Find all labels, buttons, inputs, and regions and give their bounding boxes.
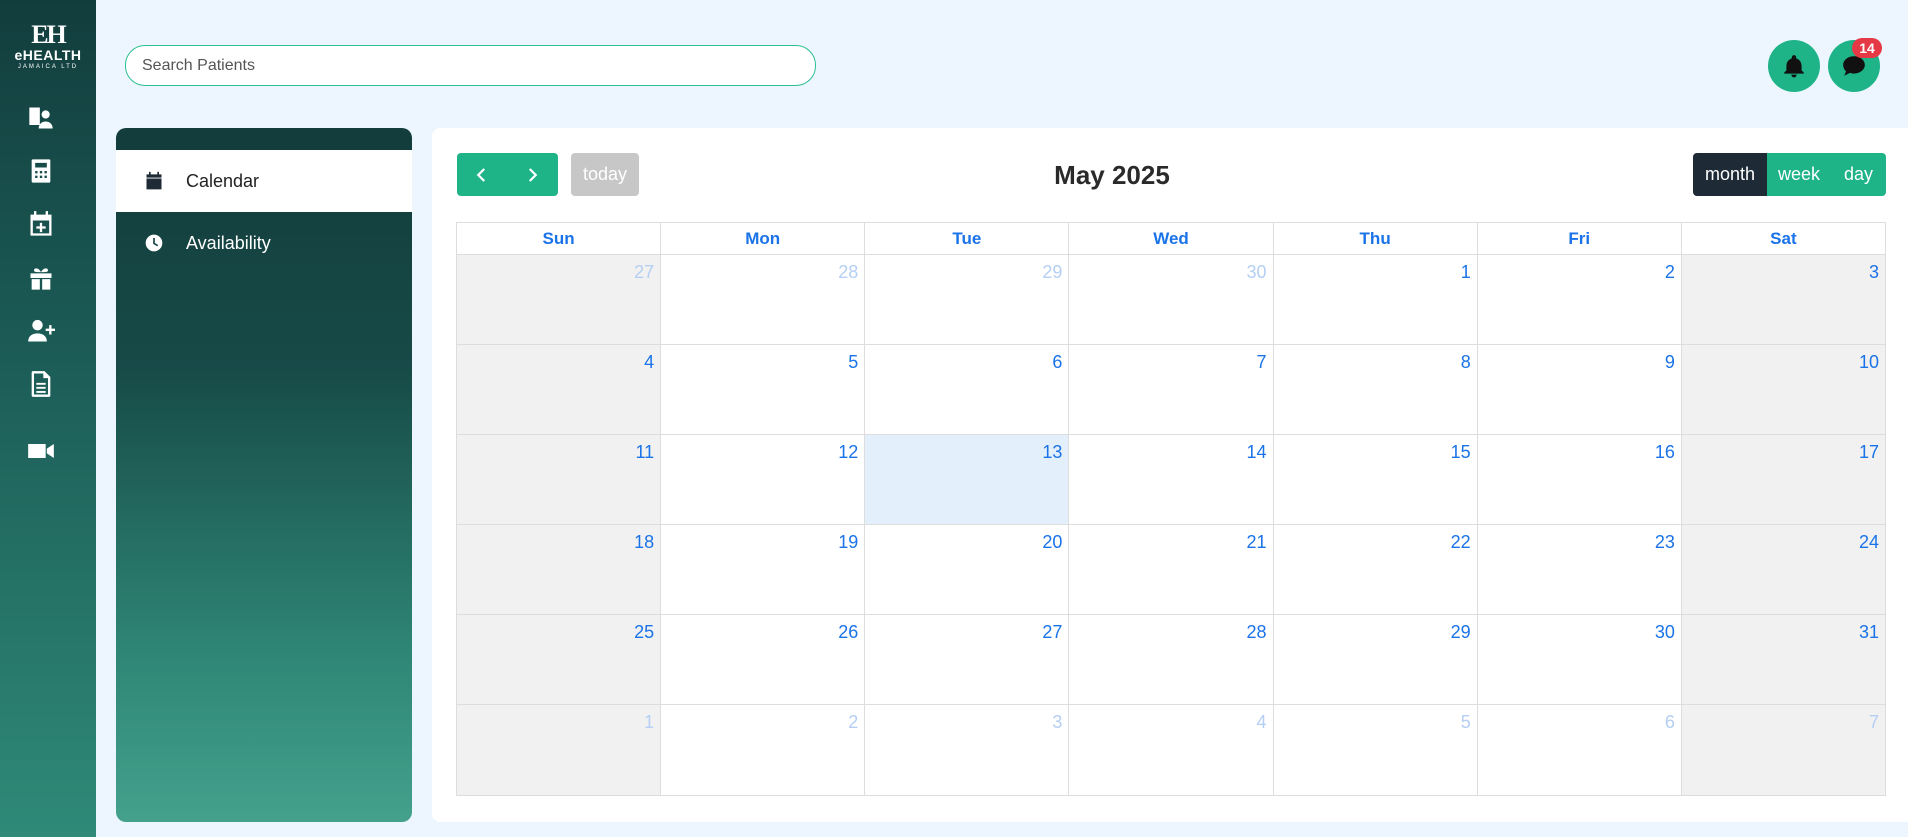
day-cell[interactable]: 16 xyxy=(1478,435,1682,524)
search-patients-input[interactable] xyxy=(125,45,816,86)
day-cell[interactable]: 9 xyxy=(1478,345,1682,434)
document-icon[interactable] xyxy=(24,367,58,401)
messages-count-badge: 14 xyxy=(1852,38,1882,58)
week-row: 27 28 29 30 1 2 3 xyxy=(457,255,1885,345)
day-cell[interactable]: 7 xyxy=(1681,705,1885,795)
logo-monogram: EH xyxy=(31,20,67,49)
notifications-button[interactable] xyxy=(1768,40,1820,92)
calculator-icon[interactable] xyxy=(24,154,58,188)
day-cell[interactable]: 19 xyxy=(661,525,866,614)
day-cell[interactable]: 30 xyxy=(1478,615,1682,704)
clock-icon xyxy=(145,234,163,252)
day-cell[interactable]: 12 xyxy=(661,435,866,524)
weekday-header-thu: Thu xyxy=(1274,223,1478,254)
day-cell[interactable]: 17 xyxy=(1681,435,1885,524)
weekday-header-wed: Wed xyxy=(1069,223,1274,254)
calendar-icon xyxy=(146,171,162,190)
next-month-button[interactable] xyxy=(507,153,557,196)
menu-item-availability[interactable]: Availability xyxy=(116,212,412,274)
week-row: 18 19 20 21 22 23 24 xyxy=(457,525,1885,615)
icon-rail: EH eHEALTH JAMAICA LTD xyxy=(0,0,96,837)
day-cell[interactable]: 27 xyxy=(457,255,662,344)
day-cell[interactable]: 31 xyxy=(1681,615,1885,704)
chevron-left-icon xyxy=(476,167,486,182)
day-cell[interactable]: 24 xyxy=(1681,525,1885,614)
user-plus-icon[interactable] xyxy=(24,314,58,348)
weekday-header-mon: Mon xyxy=(661,223,866,254)
day-cell[interactable]: 30 xyxy=(1069,255,1274,344)
day-cell[interactable]: 6 xyxy=(1478,705,1682,795)
logo-subtitle: JAMAICA LTD xyxy=(17,64,79,70)
day-cell[interactable]: 4 xyxy=(1069,705,1274,795)
day-cell[interactable]: 7 xyxy=(1069,345,1274,434)
day-cell[interactable]: 6 xyxy=(865,345,1070,434)
day-cell[interactable]: 3 xyxy=(865,705,1070,795)
day-cell[interactable]: 21 xyxy=(1069,525,1274,614)
day-cell[interactable]: 28 xyxy=(661,255,866,344)
day-cell[interactable]: 3 xyxy=(1681,255,1885,344)
menu-item-label: Availability xyxy=(186,232,271,253)
menu-item-label: Calendar xyxy=(186,170,260,191)
calendar-side-menu: Calendar Availability xyxy=(116,128,412,822)
weekday-header-tue: Tue xyxy=(865,223,1070,254)
weekday-header-sat: Sat xyxy=(1770,229,1797,248)
day-cell[interactable]: 1 xyxy=(1274,255,1478,344)
bell-icon xyxy=(1784,55,1804,78)
day-cell[interactable]: 23 xyxy=(1478,525,1682,614)
view-month-button[interactable]: month xyxy=(1693,153,1767,196)
day-cell[interactable]: 29 xyxy=(865,255,1070,344)
day-cell[interactable]: 5 xyxy=(1274,705,1478,795)
view-switcher: month week day xyxy=(1693,153,1886,196)
day-cell[interactable]: 10 xyxy=(1681,345,1885,434)
menu-item-calendar[interactable]: Calendar xyxy=(116,150,412,212)
calendar-panel: today May 2025 month week day Sun Mon Tue W… xyxy=(432,128,1908,822)
week-row: 1234567 xyxy=(457,705,1885,795)
calendar-title: May 2025 xyxy=(1054,160,1170,190)
patient-profile-icon[interactable] xyxy=(24,101,58,135)
week-row: 11 12 13 14 15 16 17 xyxy=(457,435,1885,525)
day-cell[interactable]: 25 xyxy=(457,615,662,704)
day-cell-today[interactable]: 13 xyxy=(865,435,1070,524)
day-cell[interactable]: 29 xyxy=(1274,615,1478,704)
chevron-right-icon xyxy=(528,167,538,182)
day-cell[interactable]: 1 xyxy=(457,705,662,795)
day-cell[interactable]: 22 xyxy=(1274,525,1478,614)
day-cell[interactable]: 2 xyxy=(1478,255,1682,344)
day-cell[interactable]: 26 xyxy=(661,615,866,704)
today-button[interactable]: today xyxy=(571,153,639,196)
prev-month-button[interactable] xyxy=(457,153,507,196)
day-cell[interactable]: 18 xyxy=(457,525,662,614)
view-week-button[interactable]: week xyxy=(1767,153,1831,196)
day-cell[interactable]: 15 xyxy=(1274,435,1478,524)
day-cell[interactable]: 20 xyxy=(865,525,1070,614)
day-cell[interactable]: 11 xyxy=(457,435,662,524)
gift-icon[interactable] xyxy=(24,261,58,295)
week-row: 25 26 27 28 29 30 31 xyxy=(457,615,1885,705)
calendar-plus-icon[interactable] xyxy=(24,207,58,241)
ehealth-logo[interactable]: EH eHEALTH JAMAICA LTD xyxy=(10,22,86,76)
weekday-header-sun: Sun xyxy=(457,223,662,254)
day-cell[interactable]: 28 xyxy=(1069,615,1274,704)
day-cell[interactable]: 5 xyxy=(661,345,866,434)
video-camera-icon[interactable] xyxy=(24,434,58,468)
view-day-button[interactable]: day xyxy=(1831,153,1886,196)
day-cell[interactable]: 4 xyxy=(457,345,662,434)
logo-brand: eHEALTH xyxy=(14,47,82,63)
month-grid: Sun Mon Tue Wed Thu Fri Sat 27 28 29 30 1 2 3 4 5 6 7 8 9 1… xyxy=(456,222,1886,796)
week-row: 4 5 6 7 8 9 10 xyxy=(457,345,1885,435)
weekday-header-fri: Fri xyxy=(1478,223,1682,254)
day-cell[interactable]: 14 xyxy=(1069,435,1274,524)
day-cell[interactable]: 27 xyxy=(865,615,1070,704)
day-cell[interactable]: 2 xyxy=(661,705,866,795)
weekday-header-row: Sun Mon Tue Wed Thu Fri Sat xyxy=(457,223,1885,255)
prev-next-group xyxy=(457,153,558,196)
messages-button[interactable]: 14 xyxy=(1828,38,1882,92)
day-cell[interactable]: 8 xyxy=(1274,345,1478,434)
